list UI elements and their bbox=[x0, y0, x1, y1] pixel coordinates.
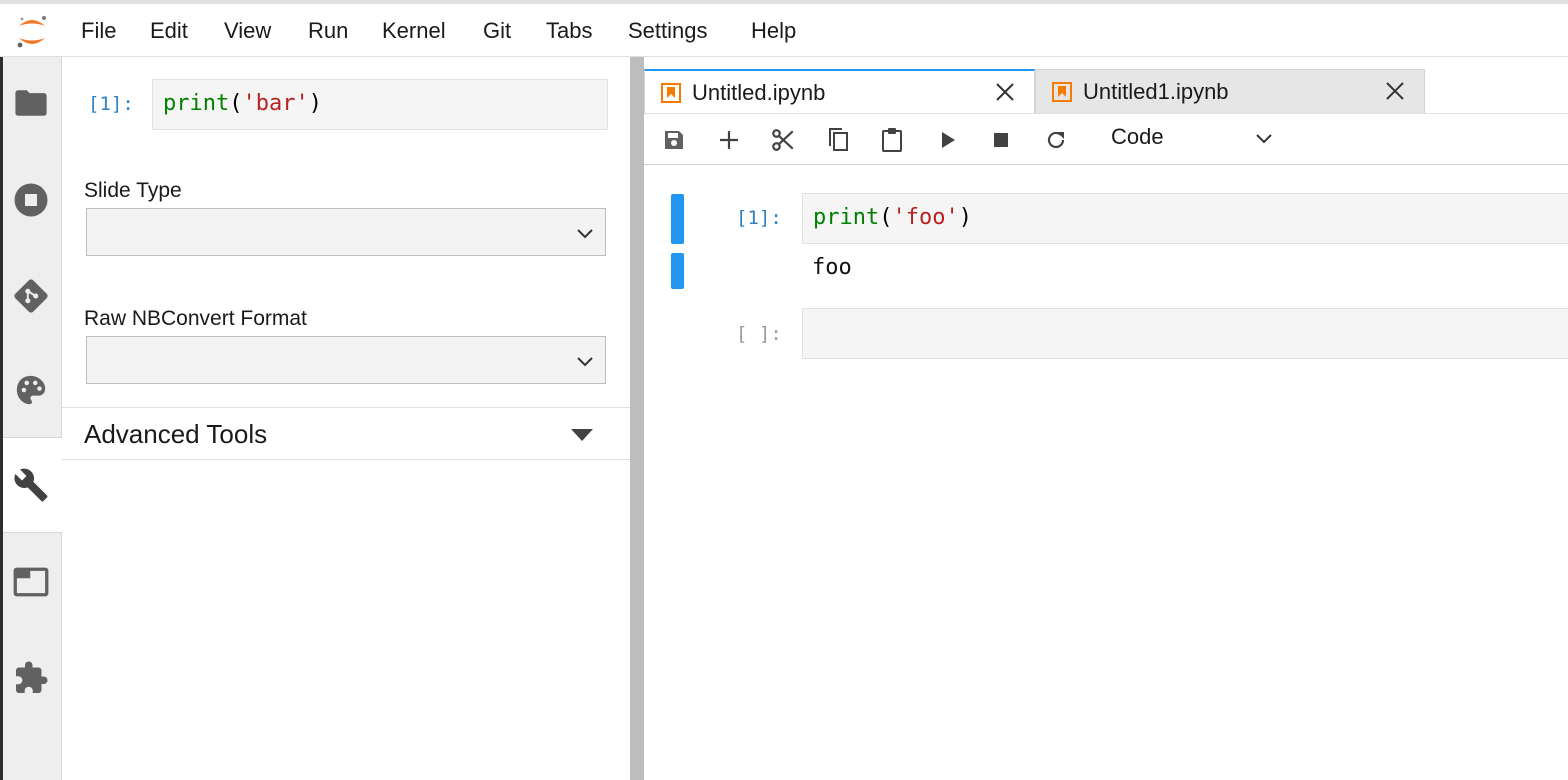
chevron-down-icon[interactable] bbox=[1254, 132, 1274, 146]
slide-type-label: Slide Type bbox=[84, 179, 182, 202]
save-icon[interactable] bbox=[661, 127, 687, 153]
cell-type-select[interactable]: Code bbox=[1111, 124, 1164, 150]
notebook-icon bbox=[661, 83, 681, 103]
stop-circle-icon[interactable] bbox=[10, 179, 52, 221]
chevron-down-icon bbox=[577, 229, 593, 239]
slide-type-select[interactable] bbox=[86, 208, 606, 256]
run-icon[interactable] bbox=[935, 127, 961, 153]
git-icon[interactable] bbox=[10, 275, 52, 317]
advanced-tools-toggle[interactable]: Advanced Tools bbox=[62, 407, 630, 460]
menu-view[interactable]: View bbox=[224, 18, 271, 44]
notebook-icon bbox=[1052, 82, 1072, 102]
paste-icon[interactable] bbox=[879, 127, 905, 153]
raw-format-select[interactable] bbox=[86, 336, 606, 384]
property-inspector: [1]: print('bar') Slide Type Raw NBConve… bbox=[62, 57, 630, 780]
active-cell-preview[interactable]: print('bar') bbox=[152, 79, 608, 130]
code-string: 'foo' bbox=[892, 205, 959, 230]
palette-icon[interactable] bbox=[10, 369, 52, 411]
raw-format-label: Raw NBConvert Format bbox=[84, 307, 307, 330]
menu-bar: File Edit View Run Kernel Git Tabs Setti… bbox=[0, 0, 1568, 57]
cell-prompt: [1]: bbox=[88, 93, 134, 115]
close-icon[interactable] bbox=[994, 81, 1016, 103]
menu-kernel[interactable]: Kernel bbox=[382, 18, 446, 44]
code-paren-open: ( bbox=[229, 91, 243, 116]
menu-edit[interactable]: Edit bbox=[150, 18, 188, 44]
close-icon[interactable] bbox=[1384, 80, 1406, 102]
tab-label: Untitled.ipynb bbox=[692, 80, 826, 105]
code-cell-input[interactable]: print('foo') bbox=[802, 193, 1568, 244]
panel-splitter[interactable] bbox=[630, 57, 644, 780]
menu-file[interactable]: File bbox=[81, 18, 116, 44]
cell-output: foo bbox=[812, 255, 852, 280]
caret-down-icon bbox=[571, 429, 593, 441]
stop-icon[interactable] bbox=[988, 127, 1014, 153]
tab-untitled[interactable]: Untitled.ipynb bbox=[644, 69, 1035, 114]
menu-help[interactable]: Help bbox=[751, 18, 796, 44]
tab-bar: Untitled.ipynb Untitled1.ipynb bbox=[644, 57, 1568, 114]
add-icon[interactable] bbox=[716, 127, 742, 153]
code-function: print bbox=[813, 205, 880, 230]
tab-untitled1[interactable]: Untitled1.ipynb bbox=[1035, 69, 1425, 113]
cut-icon[interactable] bbox=[770, 127, 796, 153]
copy-icon[interactable] bbox=[825, 127, 851, 153]
menu-settings[interactable]: Settings bbox=[628, 18, 708, 44]
window-edge bbox=[0, 57, 3, 780]
code-cell-input[interactable] bbox=[802, 308, 1568, 359]
tabs-icon[interactable] bbox=[10, 561, 52, 603]
left-sidebar bbox=[0, 57, 62, 780]
active-cell-indicator[interactable] bbox=[671, 194, 684, 244]
menu-git[interactable]: Git bbox=[483, 18, 511, 44]
cell-prompt: [ ]: bbox=[736, 323, 782, 345]
code-paren-open: ( bbox=[879, 205, 893, 230]
wrench-icon[interactable] bbox=[10, 464, 52, 506]
cell-prompt: [1]: bbox=[736, 207, 782, 229]
code-paren-close: ) bbox=[308, 91, 322, 116]
menu-tabs[interactable]: Tabs bbox=[546, 18, 592, 44]
extension-icon[interactable] bbox=[10, 657, 52, 699]
code-string: 'bar' bbox=[242, 91, 309, 116]
output-collapser[interactable] bbox=[671, 253, 684, 289]
notebook-area: Untitled.ipynb Untitled1.ipynb Code [1]:… bbox=[644, 57, 1568, 780]
code-paren-close: ) bbox=[958, 205, 972, 230]
folder-icon[interactable] bbox=[10, 82, 52, 124]
tab-label: Untitled1.ipynb bbox=[1083, 79, 1229, 104]
notebook-toolbar: Code bbox=[644, 113, 1568, 165]
restart-icon[interactable] bbox=[1043, 127, 1069, 153]
code-function: print bbox=[163, 91, 230, 116]
menu-run[interactable]: Run bbox=[308, 18, 348, 44]
advanced-tools-label: Advanced Tools bbox=[84, 419, 268, 449]
jupyter-logo-icon[interactable] bbox=[14, 12, 50, 52]
chevron-down-icon bbox=[577, 357, 593, 367]
